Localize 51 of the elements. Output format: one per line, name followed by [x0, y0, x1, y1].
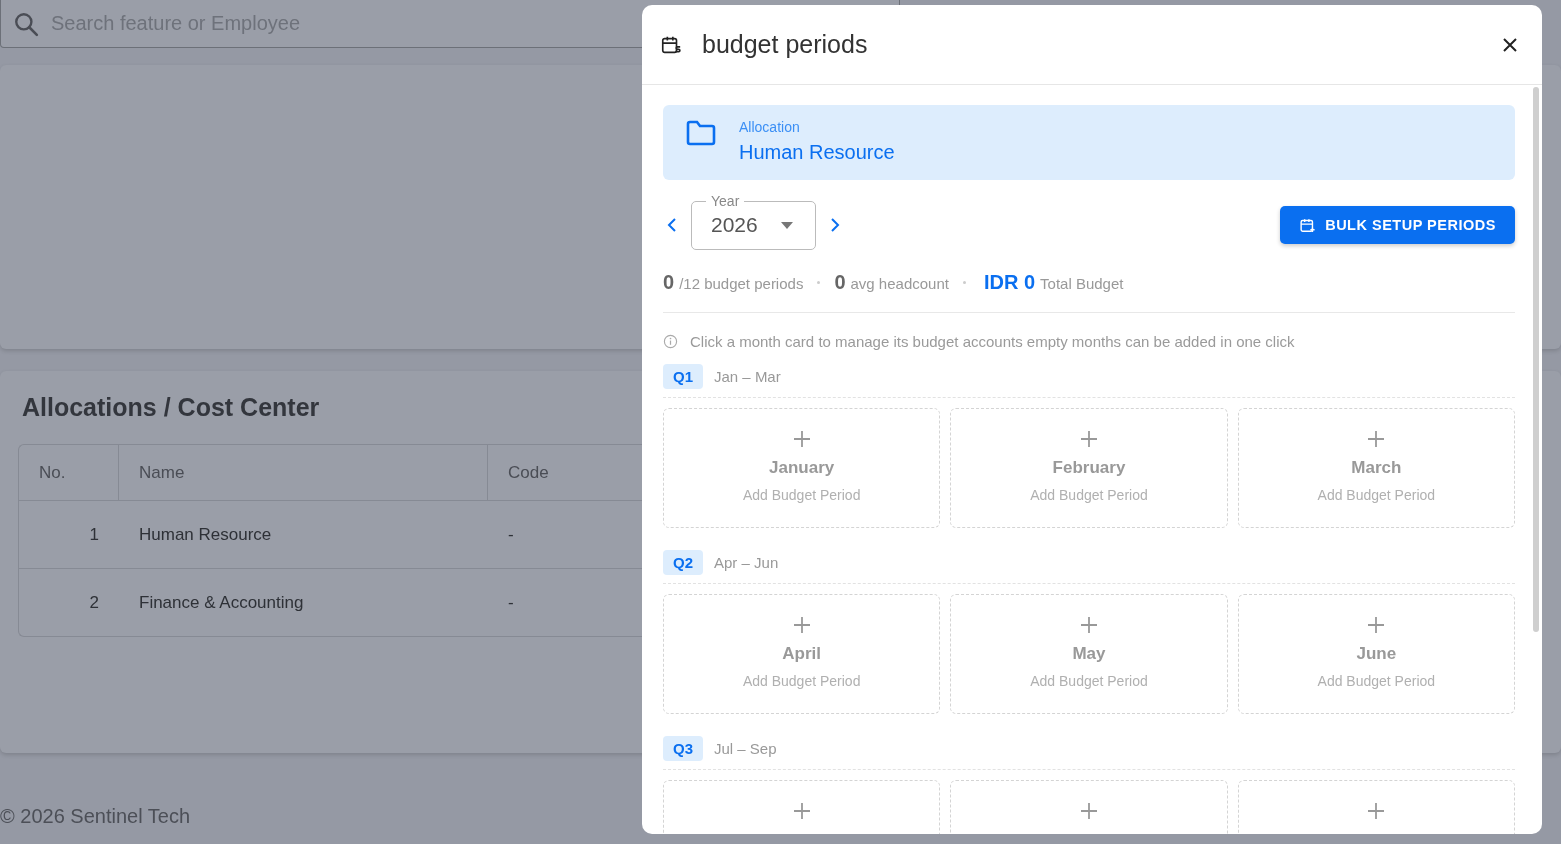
table-cell: - — [508, 524, 514, 545]
plus-icon — [1367, 430, 1386, 448]
stat-value: IDR 0 — [983, 271, 1036, 294]
table-cell: Finance & Accounting — [139, 592, 304, 613]
info-text: Click a month card to manage its budget accounts empty months can be added in one click — [690, 333, 1295, 350]
column-header: Code — [507, 461, 550, 484]
quarter-chip: Q3 — [663, 736, 703, 761]
stat-label: Total Budget — [1040, 275, 1124, 292]
allocation-name: Human Resource — [739, 141, 895, 164]
separator-dot — [962, 281, 966, 284]
stat-label: /12 budget periods — [679, 275, 804, 292]
chevron-right-icon — [830, 217, 840, 233]
footer-text: © 2026 Sentinel Tech — [0, 805, 191, 828]
month-card[interactable]: March Add Budget Period — [1237, 408, 1515, 528]
stat-value: 0 — [834, 271, 846, 294]
column-header: Name — [119, 445, 488, 500]
quarter-range: Jan – Mar — [714, 368, 781, 385]
plus-icon — [1367, 616, 1386, 634]
stat-label: avg headcount — [850, 275, 949, 292]
stat-value: 0 — [663, 271, 675, 294]
section-title: Allocations / Cost Center — [22, 393, 321, 422]
quarter-range: Jul – Sep — [714, 740, 777, 757]
plus-icon — [1080, 802, 1098, 820]
plus-icon — [1080, 616, 1098, 634]
month-card[interactable]: June Add Budget Period — [1237, 594, 1515, 714]
separator-dot — [817, 281, 821, 284]
quarter-chip: Q2 — [663, 550, 703, 575]
plus-icon — [1080, 430, 1098, 448]
quarter-chip: Q1 — [663, 364, 703, 389]
quarter-range: Apr – Jun — [714, 554, 779, 571]
plus-icon — [792, 430, 811, 448]
month-card[interactable]: April Add Budget Period — [663, 594, 941, 714]
plus-icon — [792, 802, 811, 820]
bulk-setup-button[interactable]: BULK SETUP PERIODS — [1280, 206, 1515, 244]
table-cell: 1 — [89, 524, 99, 545]
month-card[interactable]: February Add Budget Period — [950, 408, 1228, 528]
month-card[interactable]: May Add Budget Period — [950, 594, 1228, 714]
folder-icon — [685, 119, 717, 147]
month-card[interactable]: January Add Budget Period — [663, 408, 941, 528]
allocation-label: Allocation — [739, 119, 801, 135]
plus-icon — [792, 616, 811, 634]
calendar-plus-icon — [1299, 216, 1317, 234]
search-icon — [13, 10, 39, 37]
column-header: No. — [19, 445, 119, 500]
plus-icon — [1367, 802, 1386, 820]
dropdown-caret-icon — [781, 221, 793, 229]
chevron-left-icon — [667, 217, 677, 233]
table-cell: - — [508, 592, 514, 613]
table-cell: 2 — [89, 592, 99, 613]
info-icon — [663, 334, 678, 349]
table-cell: Human Resource — [139, 524, 272, 545]
